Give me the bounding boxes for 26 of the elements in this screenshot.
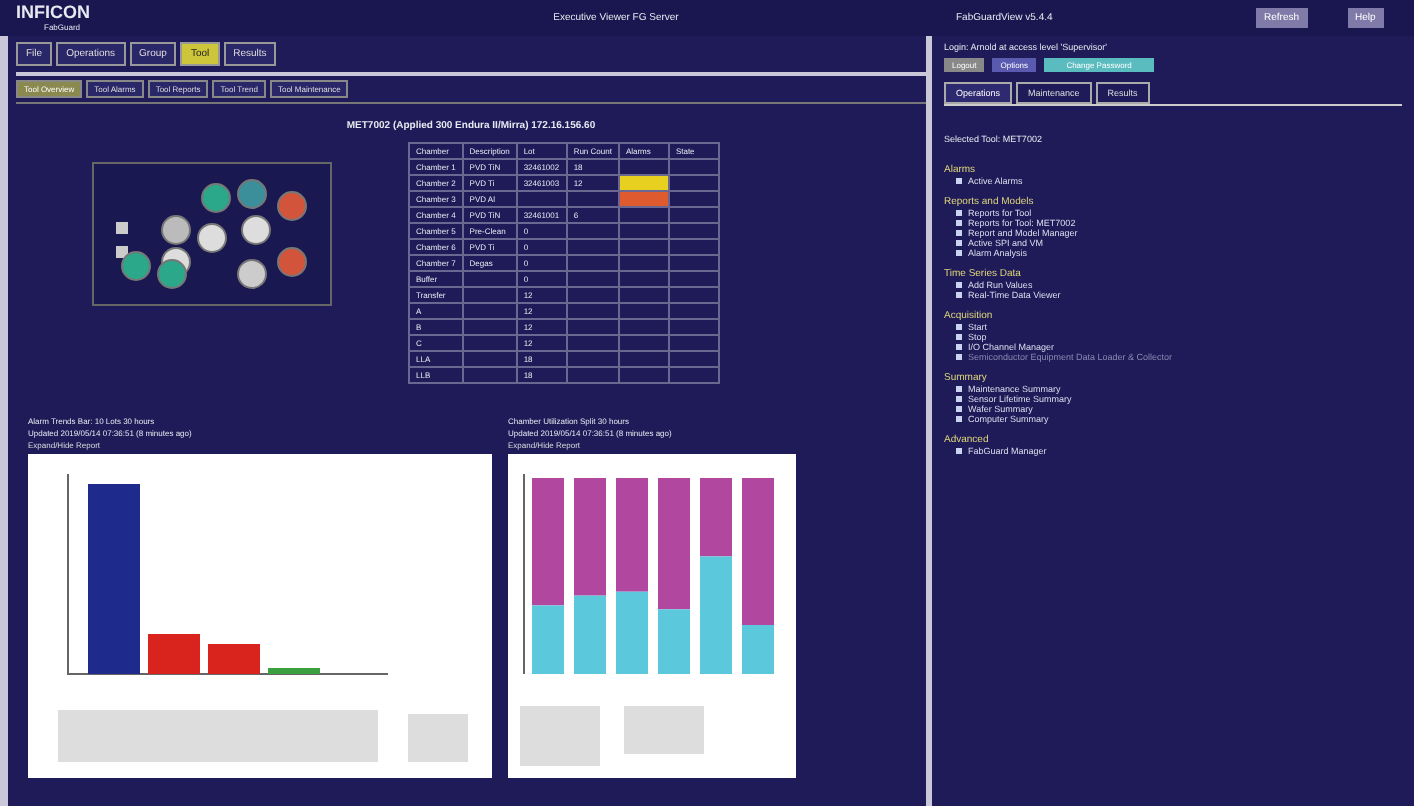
bullet-icon — [956, 396, 962, 402]
bullet-icon — [956, 292, 962, 298]
bullet-icon — [956, 178, 962, 184]
bullet-icon — [956, 324, 962, 330]
bullet-icon — [956, 406, 962, 412]
chart-bar — [208, 644, 260, 674]
bullet-icon — [956, 354, 962, 360]
logo-text: INFICON — [16, 4, 92, 22]
bullet-icon — [956, 220, 962, 226]
bullet-icon — [956, 282, 962, 288]
legend-block — [624, 706, 704, 754]
bullet-icon — [956, 250, 962, 256]
chart-bar — [148, 634, 200, 674]
legend-block — [408, 714, 468, 762]
bullet-icon — [956, 448, 962, 454]
bullet-icon — [956, 240, 962, 246]
bullet-icon — [956, 210, 962, 216]
bullet-icon — [956, 416, 962, 422]
bullet-icon — [956, 230, 962, 236]
bullet-icon — [956, 344, 962, 350]
chart-bar — [616, 591, 648, 674]
bullet-icon — [956, 334, 962, 340]
chart-bar — [268, 668, 320, 674]
chart-bar — [616, 478, 648, 592]
details-block — [520, 706, 600, 766]
bullet-icon — [956, 386, 962, 392]
